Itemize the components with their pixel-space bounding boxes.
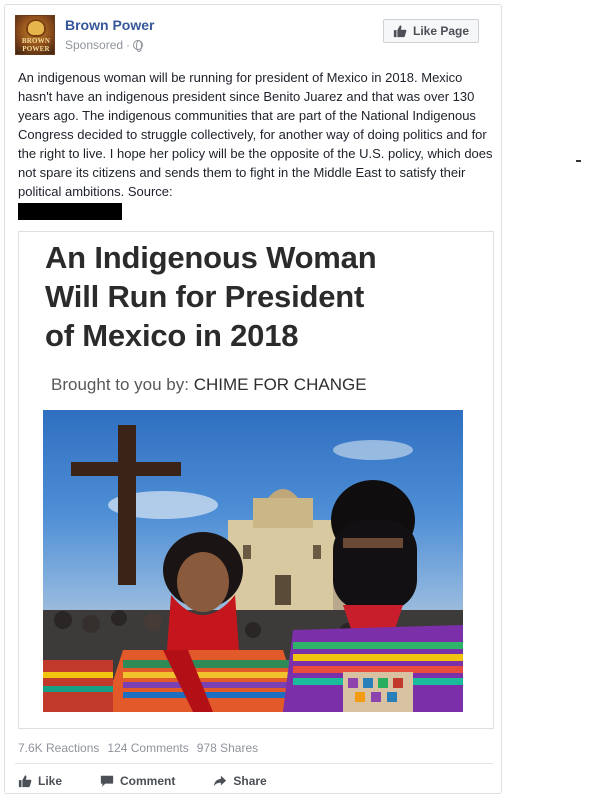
action-bar: Like Comment Share <box>18 771 488 791</box>
separator-dot: · <box>126 38 131 52</box>
like-page-label: Like Page <box>412 24 470 38</box>
avatar-logo-text: BROWN POWER <box>21 37 51 53</box>
attachment-byline: Brought to you by: CHIME FOR CHANGE <box>51 375 367 395</box>
reactions-count[interactable]: 7.6K Reactions <box>18 741 99 755</box>
photo-illustration <box>43 425 463 712</box>
attachment-headline: An Indigenous Woman Will Run for Preside… <box>45 238 485 355</box>
page-avatar[interactable]: BROWN POWER <box>15 15 55 55</box>
engagement-stats: 7.6K Reactions 124 Comments 978 Shares <box>18 741 258 755</box>
thumbs-up-icon <box>18 775 32 788</box>
globe-icon[interactable] <box>133 40 144 52</box>
byline-brand: CHIME FOR CHANGE <box>193 375 367 394</box>
share-button[interactable]: Share <box>213 774 267 788</box>
link-attachment[interactable]: An Indigenous Woman Will Run for Preside… <box>18 231 494 729</box>
post-header: BROWN POWER Brown Power Sponsored · Like… <box>15 15 493 59</box>
headline-line: An Indigenous Woman <box>45 240 377 275</box>
emblem-icon <box>26 19 46 37</box>
like-page-button[interactable]: Like Page <box>383 19 479 43</box>
sponsored-post-card: BROWN POWER Brown Power Sponsored · Like… <box>4 4 502 794</box>
shares-count[interactable]: 978 Shares <box>197 741 258 755</box>
post-body-text: An indigenous woman will be running for … <box>18 70 493 199</box>
share-label: Share <box>233 774 267 788</box>
comment-button[interactable]: Comment <box>100 774 175 788</box>
share-arrow-icon <box>214 775 227 787</box>
divider <box>15 763 493 764</box>
comments-count[interactable]: 124 Comments <box>107 741 188 755</box>
byline-prefix: Brought to you by: <box>51 375 194 394</box>
stray-dash-mark <box>576 160 581 162</box>
headline-line: of Mexico in 2018 <box>45 318 299 353</box>
page-name-link[interactable]: Brown Power <box>65 17 154 33</box>
headline-line: Will Run for President <box>45 279 365 314</box>
thumbs-up-icon <box>393 25 407 38</box>
speech-bubble-icon <box>100 775 114 787</box>
post-body: An indigenous woman will be running for … <box>18 68 496 220</box>
article-photo[interactable] <box>43 410 463 712</box>
redacted-source-link <box>18 203 122 220</box>
like-button[interactable]: Like <box>18 774 62 788</box>
like-label: Like <box>38 774 63 788</box>
sponsored-row: Sponsored · <box>65 38 144 52</box>
comment-label: Comment <box>120 774 176 788</box>
sponsored-label[interactable]: Sponsored <box>65 38 123 52</box>
